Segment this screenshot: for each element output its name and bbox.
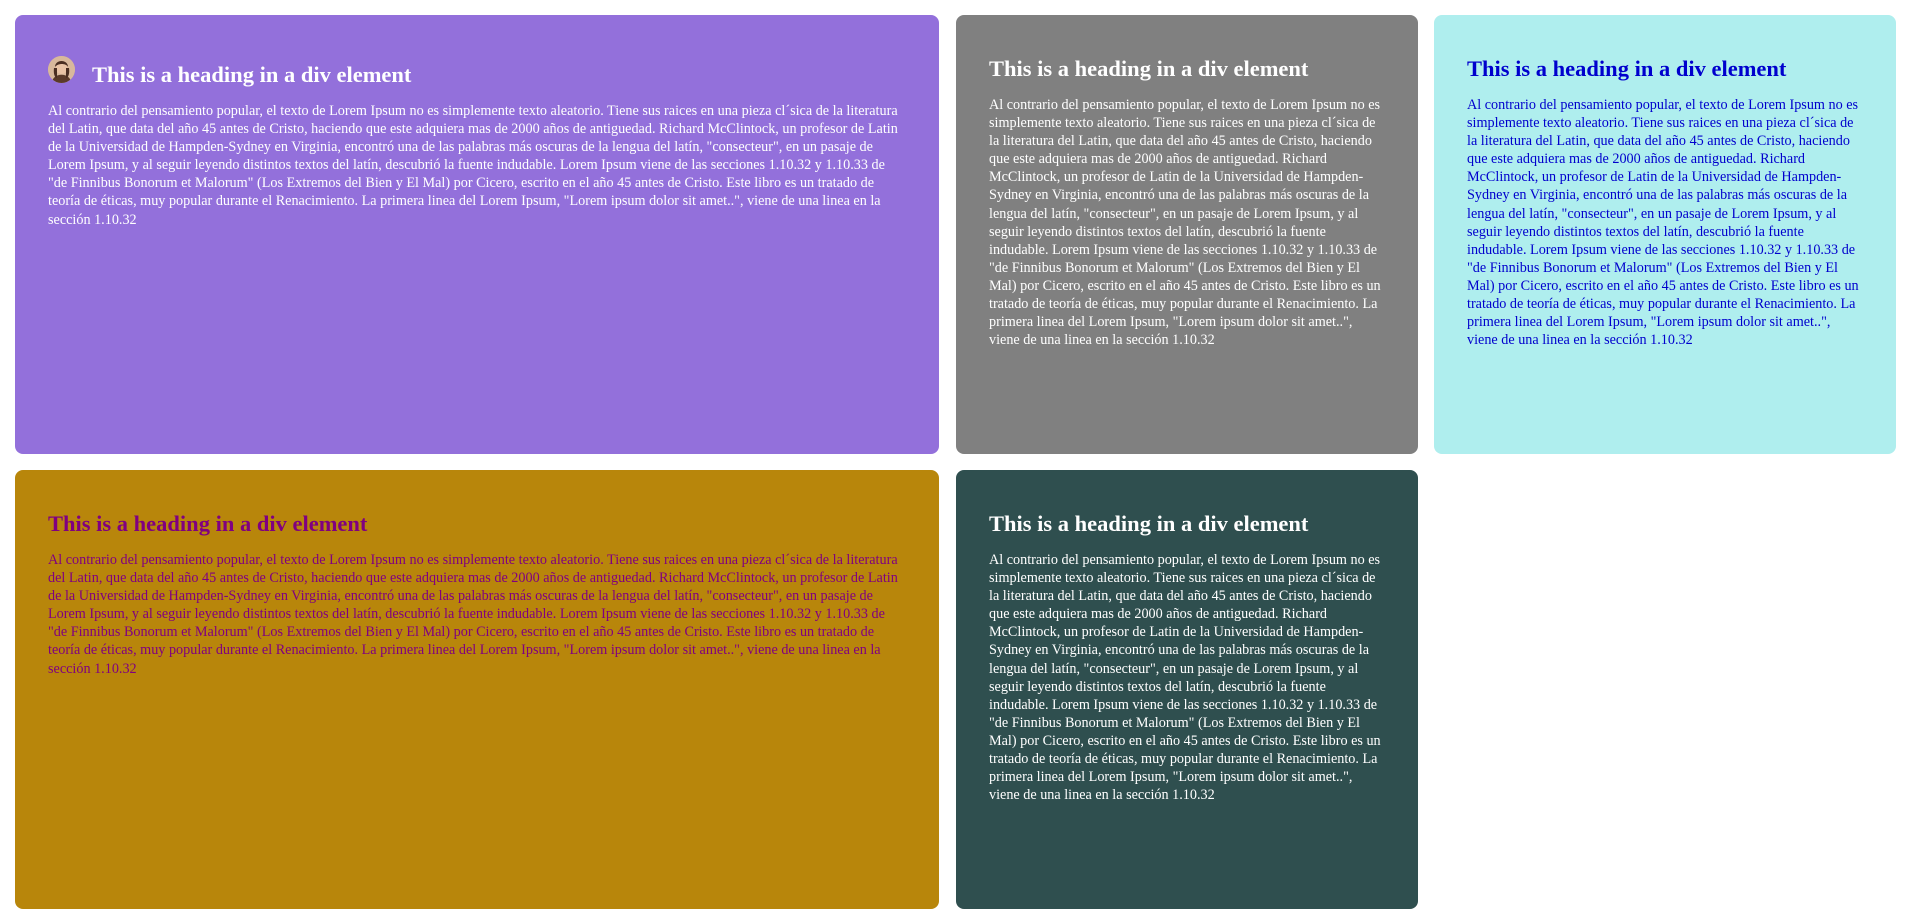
card-heading: This is a heading in a div element xyxy=(1467,56,1787,81)
card-heading-row: This is a heading in a div element xyxy=(48,56,906,88)
card-gray: This is a heading in a div element Al co… xyxy=(956,15,1418,454)
avatar-icon xyxy=(48,56,75,83)
avatar xyxy=(48,56,75,83)
card-body-text: Al contrario del pensamiento popular, el… xyxy=(989,97,1381,349)
card-heading-row: This is a heading in a div element xyxy=(1467,55,1863,82)
card-body-text: Al contrario del pensamiento popular, el… xyxy=(989,552,1381,804)
card-grid: This is a heading in a div element Al co… xyxy=(0,0,1909,915)
card-goldenrod: This is a heading in a div element Al co… xyxy=(15,470,939,909)
card-heading: This is a heading in a div element xyxy=(989,511,1309,536)
card-body-text: Al contrario del pensamiento popular, el… xyxy=(48,103,898,228)
card-heading: This is a heading in a div element xyxy=(92,62,412,87)
card-body-text: Al contrario del pensamiento popular, el… xyxy=(1467,97,1859,349)
card-heading-row: This is a heading in a div element xyxy=(48,510,906,537)
card-slate: This is a heading in a div element Al co… xyxy=(956,470,1418,909)
card-heading: This is a heading in a div element xyxy=(48,511,368,536)
card-purple: This is a heading in a div element Al co… xyxy=(15,15,939,454)
card-heading-row: This is a heading in a div element xyxy=(989,510,1385,537)
card-turquoise: This is a heading in a div element Al co… xyxy=(1434,15,1896,454)
card-body-text: Al contrario del pensamiento popular, el… xyxy=(48,552,898,677)
card-heading: This is a heading in a div element xyxy=(989,56,1309,81)
card-heading-row: This is a heading in a div element xyxy=(989,55,1385,82)
